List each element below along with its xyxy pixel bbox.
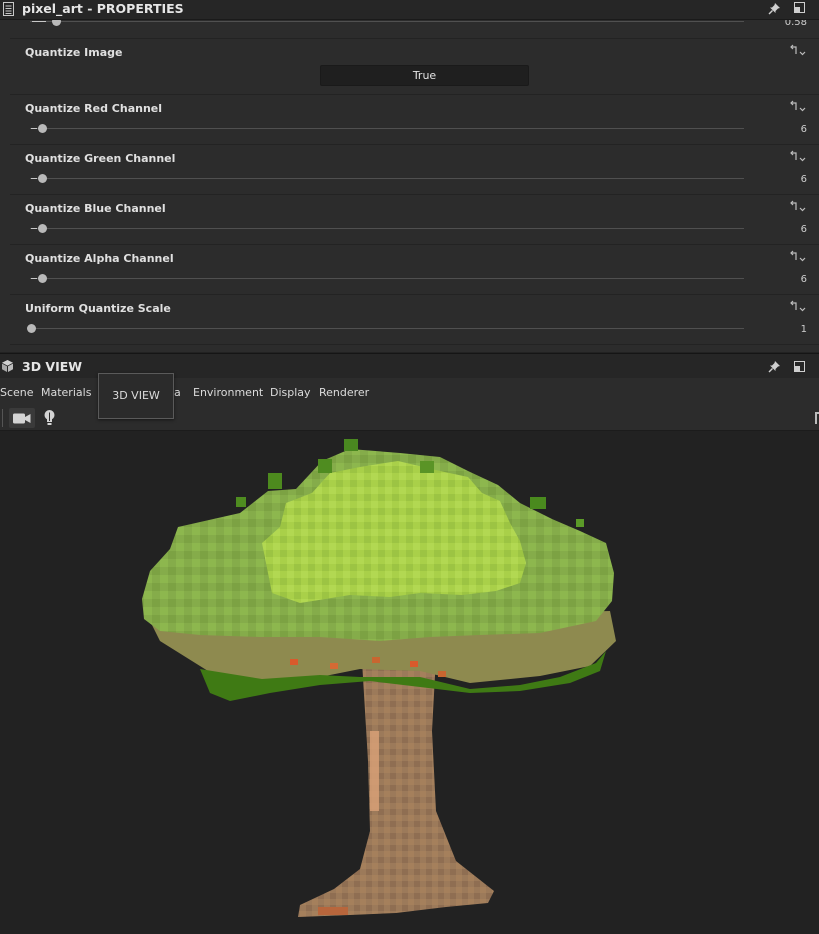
slider-value: 0.58	[784, 20, 807, 28]
quantize-green-value: 6	[800, 174, 807, 185]
menu-renderer[interactable]: Renderer	[319, 386, 369, 399]
3d-view-tooltip: 3D VIEW	[98, 373, 174, 419]
menu-environment[interactable]: Environment	[193, 386, 263, 399]
reset-icon[interactable]	[790, 250, 806, 263]
cube-icon	[2, 360, 13, 372]
quantize-alpha-row: Quantize Alpha Channel 6	[10, 245, 819, 295]
document-icon	[3, 2, 14, 16]
slider-dash	[32, 21, 46, 22]
properties-panel: 0.58 Quantize Image True Quantize Red Ch…	[0, 20, 819, 352]
slider-thumb[interactable]	[52, 20, 61, 26]
quantize-blue-row: Quantize Blue Channel 6	[10, 195, 819, 245]
quantize-alpha-thumb[interactable]	[38, 274, 47, 283]
quantize-red-value: 6	[800, 124, 807, 135]
reset-icon[interactable]	[790, 200, 806, 213]
properties-panel-header: pixel_art - PROPERTIES	[0, 0, 819, 20]
uniform-quantize-scale-thumb[interactable]	[27, 324, 36, 333]
slider-dash	[31, 128, 37, 129]
toolbar-end-marker	[815, 412, 819, 424]
quantize-green-row: Quantize Green Channel 6	[10, 145, 819, 195]
reset-icon[interactable]	[790, 300, 806, 313]
quantize-red-slider[interactable]	[30, 128, 744, 129]
reset-icon[interactable]	[790, 150, 806, 163]
menu-materials[interactable]: Materials	[41, 386, 91, 399]
camera-icon	[13, 413, 31, 424]
3d-viewport[interactable]	[0, 431, 819, 934]
quantize-red-thumb[interactable]	[38, 124, 47, 133]
uniform-quantize-scale-label: Uniform Quantize Scale	[25, 302, 171, 315]
camera-button[interactable]	[9, 408, 35, 428]
quantize-image-toggle[interactable]: True	[320, 65, 529, 86]
menu-display[interactable]: Display	[270, 386, 311, 399]
uniform-quantize-scale-value: 1	[800, 324, 807, 335]
quantize-red-row: Quantize Red Channel 6	[10, 95, 819, 145]
slider-track[interactable]	[30, 21, 744, 22]
uniform-quantize-scale-row: Uniform Quantize Scale 1	[10, 295, 819, 345]
quantize-blue-slider[interactable]	[30, 228, 744, 229]
3d-view-title: 3D VIEW	[22, 359, 83, 374]
pin-icon[interactable]	[768, 360, 781, 373]
quantize-image-label: Quantize Image	[25, 46, 123, 59]
slider-dash	[31, 178, 37, 179]
reset-icon[interactable]	[790, 44, 806, 57]
quantize-green-label: Quantize Green Channel	[25, 152, 176, 165]
maximize-icon[interactable]	[794, 2, 805, 13]
properties-panel-title: pixel_art - PROPERTIES	[22, 1, 184, 16]
quantize-blue-thumb[interactable]	[38, 224, 47, 233]
quantize-red-label: Quantize Red Channel	[25, 102, 163, 115]
slider-dash	[31, 228, 37, 229]
quantize-alpha-value: 6	[800, 274, 807, 285]
menu-camera-partial[interactable]: a	[174, 386, 181, 399]
quantize-image-row: Quantize Image True	[10, 39, 819, 95]
quantize-green-slider[interactable]	[30, 178, 744, 179]
uniform-quantize-scale-slider[interactable]	[30, 328, 744, 329]
light-bulb-icon[interactable]	[43, 409, 56, 426]
menu-scene[interactable]: Scene	[0, 386, 34, 399]
maximize-icon[interactable]	[794, 361, 805, 372]
slider-dash	[31, 278, 37, 279]
quantize-blue-label: Quantize Blue Channel	[25, 202, 166, 215]
pixel-tree-render	[142, 439, 616, 917]
quantize-green-thumb[interactable]	[38, 174, 47, 183]
previous-slider-row: 0.58	[10, 20, 819, 39]
quantize-blue-value: 6	[800, 224, 807, 235]
reset-icon[interactable]	[790, 100, 806, 113]
toolbar-separator	[2, 409, 3, 427]
quantize-alpha-label: Quantize Alpha Channel	[25, 252, 174, 265]
quantize-alpha-slider[interactable]	[30, 278, 744, 279]
pin-icon[interactable]	[768, 2, 781, 15]
